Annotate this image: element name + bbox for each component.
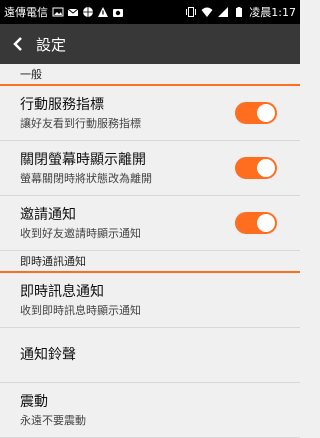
setting-invite-notification[interactable]: 邀請通知 收到好友邀請時顯示通知 [0,196,300,251]
invite-notification-toggle[interactable] [235,212,277,234]
image-icon [52,7,64,17]
toggle-knob [257,214,275,232]
status-bar: 遠傳電信 凌晨1:17 [0,0,300,24]
setting-title: 震動 [20,393,48,410]
setting-title: 行動服務指標 [20,96,104,113]
setting-show-away-screen-off[interactable]: 關閉螢幕時顯示離開 螢幕關閉時將狀態改為離開 [0,141,300,196]
setting-title: 通知鈴聲 [20,347,76,363]
back-button[interactable] [4,24,32,64]
section-header-im-notifications: 即時通訊通知 [0,251,300,273]
toggle-knob [257,104,275,122]
battery-icon [236,7,243,17]
setting-subtitle: 收到好友邀請時顯示通知 [20,226,141,240]
toggle-knob [257,159,275,177]
setting-title: 即時訊息通知 [20,283,104,300]
setting-notification-ringtone[interactable]: 通知鈴聲 [0,328,300,383]
setting-subtitle: 讓好友看到行動服務指標 [20,116,141,130]
globe-icon [83,7,93,17]
settings-list: 一般 行動服務指標 讓好友看到行動服務指標 關閉螢幕時顯示離開 螢幕關閉時將狀態… [0,64,300,438]
clock: 凌晨1:17 [249,6,296,19]
setting-vibration[interactable]: 震動 永遠不要震動 [0,383,300,438]
setting-subtitle: 收到即時訊息時顯示通知 [20,303,141,317]
setting-subtitle: 螢幕關閉時將狀態改為離開 [20,171,152,185]
camera-icon [113,9,123,17]
setting-title: 關閉螢幕時顯示離開 [20,151,146,168]
warning-icon [98,7,108,17]
chevron-left-icon [13,37,22,51]
wifi-icon [201,7,213,17]
setting-mobile-indicator[interactable]: 行動服務指標 讓好友看到行動服務指標 [0,86,300,141]
vibrate-icon [186,7,197,17]
setting-im-notification[interactable]: 即時訊息通知 收到即時訊息時顯示通知 [0,273,300,328]
carrier-name: 遠傳電信 [4,6,48,19]
setting-title: 邀請通知 [20,206,76,223]
app-bar: 設定 [0,24,300,64]
signal-icon [218,7,229,17]
show-away-toggle[interactable] [235,157,277,179]
page-title: 設定 [36,35,67,54]
mobile-indicator-toggle[interactable] [235,102,277,124]
setting-subtitle: 永遠不要震動 [20,413,86,427]
section-header-general: 一般 [0,64,300,86]
mail-icon [67,8,79,16]
